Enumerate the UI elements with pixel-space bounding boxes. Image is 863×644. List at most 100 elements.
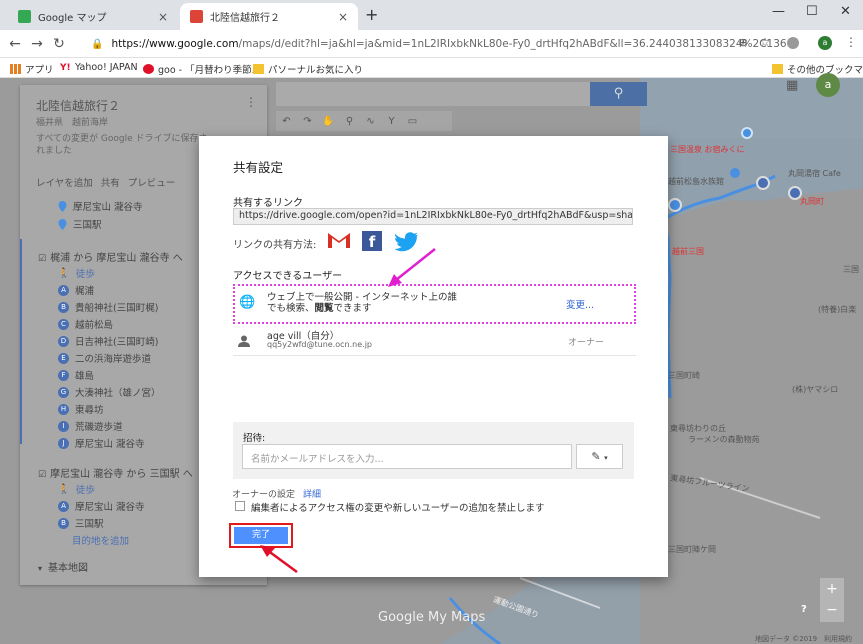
- bookmark-apps[interactable]: アプリ: [10, 62, 54, 76]
- tab-title: 北陸信越旅行２: [210, 13, 280, 24]
- share-button[interactable]: 共有: [101, 175, 120, 189]
- travel-mode[interactable]: 🚶 徒歩: [58, 482, 95, 497]
- route-stop[interactable]: J 摩尼宝山 瀧谷寺: [58, 436, 145, 450]
- redo-icon[interactable]: ↷: [297, 116, 318, 127]
- map-title[interactable]: 北陸信越旅行２: [36, 97, 120, 114]
- access-line-2b: 閲覧: [314, 303, 334, 314]
- zoom-out-button[interactable]: −: [820, 600, 844, 622]
- reload-icon[interactable]: ↻: [48, 36, 70, 52]
- route-layer-title[interactable]: ☑ 梶浦 から 摩尼宝山 瀧谷寺 へ: [38, 249, 183, 264]
- map-pin-icon[interactable]: [756, 176, 770, 190]
- map-pin-icon[interactable]: [788, 186, 802, 200]
- apps-grid-icon[interactable]: ▦: [786, 78, 798, 93]
- add-destination-link[interactable]: 目的地を追加: [72, 533, 129, 547]
- ruler-icon[interactable]: ▭: [402, 116, 423, 127]
- more-options-icon[interactable]: ⋮: [245, 95, 257, 109]
- search-button[interactable]: ⚲: [590, 82, 647, 106]
- profile-avatar[interactable]: a: [818, 36, 832, 50]
- permission-dropdown-button[interactable]: ✎ ▾: [576, 444, 623, 469]
- browser-tab-google-maps[interactable]: Google マップ ×: [8, 3, 178, 30]
- facebook-icon[interactable]: f: [362, 231, 382, 251]
- undo-icon[interactable]: ↶: [276, 116, 297, 127]
- restrict-editors-checkbox[interactable]: [235, 501, 245, 511]
- search-icon: ⚲: [613, 86, 624, 101]
- invite-input[interactable]: 名前かメールアドレスを入力...: [242, 444, 572, 469]
- url-path: /maps/d/edit?hl=ja&hl=ja&mid=1nL2IRIxbkN…: [238, 38, 788, 50]
- minimize-button[interactable]: —: [772, 4, 785, 19]
- zoom-in-button[interactable]: +: [820, 578, 844, 600]
- goo-icon: [143, 64, 154, 74]
- route-stop[interactable]: C 越前松島: [58, 317, 113, 331]
- route-stop[interactable]: B 貴船神社(三国町梶): [58, 300, 158, 314]
- walking-icon: 🚶: [58, 267, 70, 279]
- stop-letter-badge: A: [58, 500, 69, 512]
- route-stop[interactable]: H 東尋坊: [58, 402, 104, 416]
- route-stop[interactable]: F 雄島: [58, 368, 94, 382]
- map-pin-icon[interactable]: [668, 198, 682, 212]
- route-stop[interactable]: A 梶浦: [58, 283, 94, 297]
- map-pin-icon[interactable]: [741, 127, 753, 139]
- list-item[interactable]: 摩尼宝山 瀧谷寺: [58, 199, 143, 213]
- checkbox-checked-icon[interactable]: ☑: [38, 470, 46, 480]
- route-stop[interactable]: G 大湊神社（雄ノ宮）: [58, 385, 161, 399]
- route-stop[interactable]: D 日吉神社(三国町崎): [58, 334, 158, 348]
- address-bar[interactable]: 🔒 https://www.google.com/maps/d/edit?hl=…: [83, 33, 788, 55]
- bookmark-folder-other[interactable]: その他のブックマーク: [772, 62, 863, 76]
- route-stop[interactable]: B 三国駅: [58, 516, 104, 530]
- account-avatar[interactable]: a: [816, 73, 840, 97]
- draw-line-icon[interactable]: ∿: [360, 116, 381, 127]
- access-line-2a: でも検索、: [267, 303, 315, 314]
- menu-kebab-icon[interactable]: ⋮: [840, 35, 862, 49]
- close-window-button[interactable]: ✕: [840, 4, 851, 19]
- route-stop[interactable]: A 摩尼宝山 瀧谷寺: [58, 499, 145, 513]
- bookmark-goo[interactable]: goo - 「月替わり季節...: [143, 62, 261, 76]
- hand-icon[interactable]: ✋: [318, 116, 339, 127]
- share-link-field[interactable]: https://drive.google.com/open?id=1nL2IRI…: [233, 208, 633, 225]
- apps-grid-icon: [10, 64, 21, 74]
- yahoo-icon: Y!: [60, 62, 71, 73]
- extension-icon[interactable]: [787, 37, 799, 49]
- new-tab-button[interactable]: +: [365, 5, 378, 24]
- map-label: 丸岡湯宿 Cafe: [788, 169, 841, 178]
- tab-close-icon[interactable]: ×: [158, 10, 168, 24]
- map-label: 東尋坊わりの丘: [670, 424, 726, 433]
- bookmark-yahoo[interactable]: Y! Yahoo! JAPAN: [60, 62, 138, 73]
- bookmark-folder-personal[interactable]: パソーナルお気に入り: [253, 62, 363, 76]
- map-label: 三国: [843, 265, 859, 274]
- marker-icon[interactable]: ⚲: [339, 116, 360, 127]
- stop-name: 大湊神社（雄ノ宮）: [75, 388, 161, 399]
- travel-mode[interactable]: 🚶 徒歩: [58, 266, 95, 281]
- base-map-toggle[interactable]: ▾ 基本地図: [38, 559, 88, 574]
- gmail-icon[interactable]: [327, 231, 351, 252]
- browser-tab-my-maps[interactable]: 北陸信越旅行２ ×: [180, 3, 358, 30]
- panel-actions: レイヤを追加 共有 プレビュー: [36, 175, 175, 189]
- route-stop[interactable]: I 荒磯遊歩道: [58, 419, 123, 433]
- map-pin-icon[interactable]: [730, 168, 740, 178]
- bookmark-star-icon[interactable]: ☆: [754, 35, 776, 49]
- preview-button[interactable]: プレビュー: [128, 175, 176, 189]
- help-button[interactable]: ?: [801, 604, 807, 615]
- directions-icon[interactable]: Y: [381, 116, 402, 127]
- back-arrow-icon[interactable]: ←: [4, 36, 26, 52]
- route-layer-title[interactable]: ☑ 摩尼宝山 瀧谷寺 から 三国駅 へ: [38, 465, 193, 480]
- stop-name: 越前松島: [75, 320, 114, 331]
- map-search-input[interactable]: [276, 82, 590, 106]
- walking-icon: 🚶: [58, 483, 70, 495]
- maximize-button[interactable]: ☐: [806, 4, 818, 19]
- zoom-icon[interactable]: ⊕: [732, 36, 754, 49]
- change-access-link[interactable]: 変更...: [566, 297, 594, 311]
- stop-name: 貴船神社(三国町梶): [75, 303, 159, 314]
- list-item-label: 摩尼宝山 瀧谷寺: [73, 202, 143, 213]
- list-item[interactable]: 三国駅: [58, 217, 102, 231]
- forward-arrow-icon[interactable]: →: [26, 36, 48, 52]
- bookmark-label: Yahoo! JAPAN: [75, 62, 138, 73]
- stop-name: 三国駅: [75, 519, 104, 530]
- details-link[interactable]: 詳細: [303, 487, 321, 500]
- checkbox-checked-icon[interactable]: ☑: [38, 254, 46, 264]
- stop-name: 梶浦: [75, 286, 95, 297]
- google-my-maps-logo: Google My Maps: [378, 610, 486, 625]
- map-label: 三国町陣ケ岡: [668, 545, 716, 554]
- add-layer-button[interactable]: レイヤを追加: [36, 175, 93, 189]
- tab-close-icon[interactable]: ×: [338, 10, 348, 24]
- route-stop[interactable]: E 二の浜海岸遊歩道: [58, 351, 151, 365]
